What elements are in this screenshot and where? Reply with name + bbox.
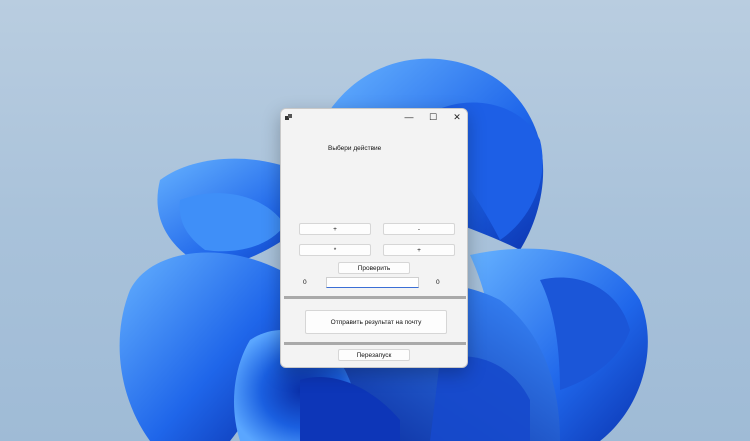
close-icon: ✕ [453,111,461,122]
left-operand: 0 [303,279,307,286]
separator-top [284,296,466,299]
send-result-button[interactable]: Отправить результат на почту [305,310,447,334]
maximize-button[interactable]: ☐ [422,109,444,125]
minimize-button[interactable]: — [398,109,420,125]
app-icon [285,114,292,120]
separator-bottom [284,342,466,345]
restart-button[interactable]: Перезапуск [338,349,410,361]
maximize-icon: ☐ [428,111,438,122]
app-window: — ☐ ✕ Выбери действие + - * + Проверить … [280,108,468,368]
divide-button[interactable]: + [383,244,455,256]
answer-input[interactable] [326,277,419,288]
minimize-icon: — [404,112,414,122]
add-button[interactable]: + [299,223,371,235]
check-button[interactable]: Проверить [338,262,410,274]
multiply-button[interactable]: * [299,244,371,256]
right-operand: 0 [436,279,440,286]
action-prompt-label: Выбери действие [328,145,382,152]
close-button[interactable]: ✕ [446,109,467,125]
title-bar[interactable]: — ☐ ✕ [281,109,467,125]
subtract-button[interactable]: - [383,223,455,235]
